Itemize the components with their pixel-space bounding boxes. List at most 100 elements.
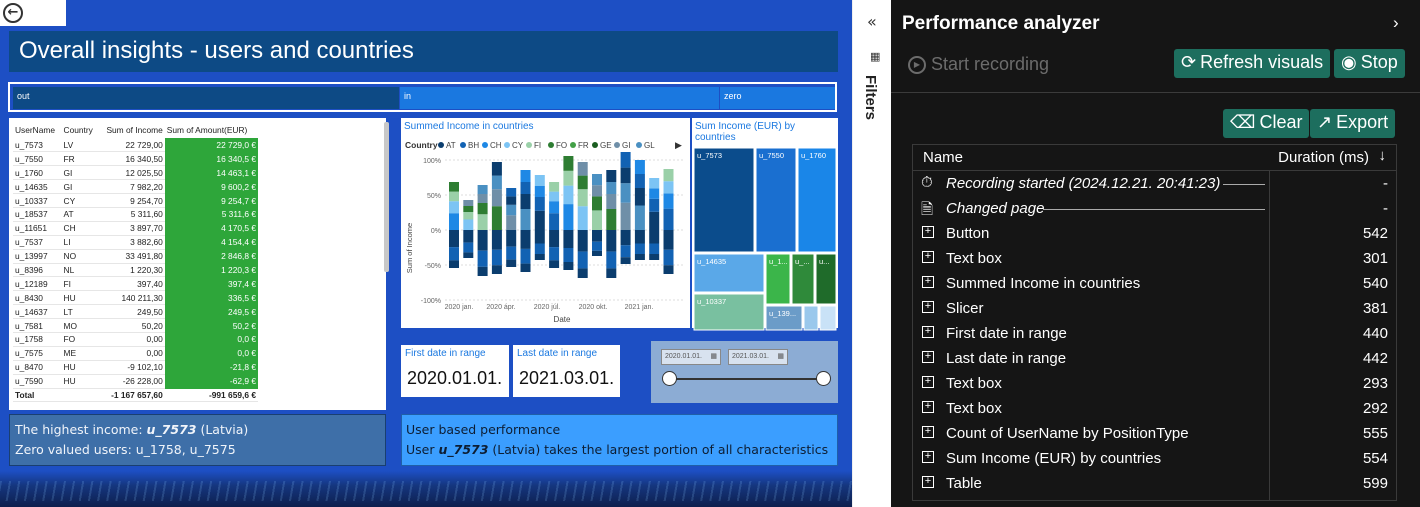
table-row[interactable]: u_7575 ME 0,00 0,0 € — [13, 346, 258, 361]
stacked-bar-segment[interactable] — [620, 152, 631, 168]
table-row[interactable]: u_8430 HU 140 211,30 336,5 € — [13, 290, 258, 306]
stacked-bar-segment[interactable] — [620, 183, 631, 203]
stacked-bar-segment[interactable] — [592, 241, 602, 251]
stacked-bar-segment[interactable] — [506, 204, 517, 216]
sort-down-icon[interactable]: ↓ — [1379, 147, 1387, 164]
stacked-bar-segment[interactable] — [534, 210, 545, 230]
stacked-bar-segment[interactable] — [563, 262, 574, 270]
filter-icon[interactable]: ▦ — [870, 50, 880, 63]
stacked-bar-segment[interactable] — [549, 213, 560, 230]
clear-button[interactable]: ⌫ Clear — [1223, 109, 1310, 138]
stacked-bar-segment[interactable] — [449, 230, 459, 248]
table-row[interactable]: u_7590 HU -26 228,00 -62,9 € — [13, 374, 258, 389]
start-recording-button[interactable]: ▶ Start recording — [908, 54, 1049, 75]
stacked-bar-segment[interactable] — [663, 249, 674, 266]
stacked-bar-segment[interactable] — [506, 246, 517, 260]
stacked-bar-segment[interactable] — [491, 249, 502, 266]
stacked-bar-segment[interactable] — [491, 189, 502, 207]
legend-item[interactable]: CY — [512, 141, 524, 150]
table-row[interactable]: u_7573 LV 22 729,00 22 729,0 € — [13, 138, 258, 153]
legend-item[interactable]: BH — [468, 141, 479, 150]
stacked-bar-segment[interactable] — [649, 211, 660, 230]
stacked-bar-segment[interactable] — [563, 156, 574, 171]
legend-item[interactable]: FO — [556, 141, 567, 150]
stacked-bar-segment[interactable] — [477, 185, 488, 194]
stacked-bar-segment[interactable] — [549, 247, 560, 261]
performance-row[interactable]: + Table 599 — [913, 472, 1396, 497]
stacked-bar-segment[interactable] — [534, 230, 545, 244]
stacked-bar-segment[interactable] — [563, 170, 574, 186]
expand-plus-icon[interactable]: + — [922, 251, 934, 263]
stacked-bar-segment[interactable] — [563, 248, 574, 262]
stacked-bar-segment[interactable] — [506, 188, 517, 197]
expand-plus-icon[interactable]: + — [922, 376, 934, 388]
stacked-bar-segment[interactable] — [620, 202, 631, 230]
stacked-bar-segment[interactable] — [449, 201, 459, 214]
stacked-bar-segment[interactable] — [620, 257, 631, 264]
stacked-bar-segment[interactable] — [534, 175, 545, 186]
stacked-bar-segment[interactable] — [620, 167, 631, 184]
legend-item[interactable]: GL — [644, 141, 655, 150]
export-button[interactable]: ↗ Export — [1310, 109, 1396, 138]
table-row[interactable]: u_7550 FR 16 340,50 16 340,5 € — [13, 151, 258, 167]
column-header[interactable]: UserName — [13, 122, 62, 138]
table-row[interactable]: u_13997 NO 33 491,80 2 846,8 € — [13, 249, 258, 264]
stacked-bar-segment[interactable] — [592, 230, 602, 242]
stacked-bar-segment[interactable] — [463, 212, 474, 220]
table-row[interactable]: u_14637 LT 249,50 249,5 € — [13, 304, 258, 320]
chevron-double-left-icon[interactable]: « — [867, 12, 877, 31]
stacked-bar-segment[interactable] — [649, 198, 660, 212]
performance-row[interactable]: + Sum Income (EUR) by countries 554 — [913, 447, 1396, 472]
stacked-bar-segment[interactable] — [663, 208, 674, 230]
stacked-bar-segment[interactable] — [663, 181, 674, 194]
stacked-bar-segment[interactable] — [506, 215, 517, 230]
performance-row[interactable]: + Text box 292 — [913, 397, 1396, 422]
stacked-bar-segment[interactable] — [520, 170, 531, 182]
stacked-bar-segment[interactable] — [577, 175, 588, 190]
legend-item[interactable]: CH — [490, 141, 502, 150]
legend-item[interactable]: GE — [600, 141, 612, 150]
performance-row[interactable]: + Last date in range 442 — [913, 347, 1396, 372]
stacked-bar-segment[interactable] — [649, 230, 660, 244]
expand-plus-icon[interactable]: + — [922, 276, 934, 288]
stacked-bar-segment[interactable] — [606, 182, 617, 194]
table-row[interactable]: u_10337 CY 9 254,70 9 254,7 € — [13, 193, 258, 208]
stacked-bar-segment[interactable] — [663, 230, 674, 250]
stacked-bar-segment[interactable] — [477, 203, 488, 215]
treemap-tile[interactable] — [693, 147, 755, 253]
stacked-bar-segment[interactable] — [634, 254, 645, 260]
treemap-tile[interactable] — [755, 147, 797, 253]
performance-row[interactable]: + Summed Income in countries 540 — [913, 272, 1396, 297]
stacked-bar-segment[interactable] — [520, 182, 531, 194]
stacked-bar-segment[interactable] — [534, 186, 545, 197]
stacked-bar-segment[interactable] — [577, 162, 588, 176]
stacked-bar-segment[interactable] — [534, 254, 545, 260]
performance-row[interactable]: + First date in range 440 — [913, 322, 1396, 347]
stacked-bar-segment[interactable] — [592, 196, 602, 211]
stacked-bar-segment[interactable] — [577, 189, 588, 207]
stacked-bar-segment[interactable] — [620, 230, 631, 246]
performance-row[interactable]: 🗎 Changed page - — [913, 197, 1396, 222]
stacked-bar-segment[interactable] — [449, 182, 459, 192]
stacked-bar-segment[interactable] — [534, 197, 545, 211]
slider-handle-end[interactable] — [816, 371, 831, 386]
stacked-bar-segment[interactable] — [491, 230, 502, 250]
column-header[interactable]: Country — [62, 122, 99, 138]
range-end-input[interactable]: 2021.03.01. ▦ — [728, 349, 788, 365]
stop-button[interactable]: ◉ Stop — [1334, 49, 1405, 78]
table-row[interactable]: u_8396 NL 1 220,30 1 220,3 € — [13, 263, 258, 278]
stacked-bar-segment[interactable] — [606, 209, 617, 230]
stacked-bar-segment[interactable] — [663, 169, 674, 182]
expand-plus-icon[interactable]: + — [922, 426, 934, 438]
table-row[interactable]: u_7581 MO 50,20 50,2 € — [13, 318, 258, 333]
stacked-bar-segment[interactable] — [449, 260, 459, 268]
legend-item[interactable]: FR — [578, 141, 589, 150]
users-table[interactable]: UserName Country Sum of Income Sum of Am… — [9, 118, 389, 410]
stacked-bar-segment[interactable] — [491, 162, 502, 176]
legend-item[interactable]: FI — [534, 141, 541, 150]
duration-column-header[interactable]: Duration (ms) — [1278, 149, 1369, 166]
treemap-tile[interactable] — [797, 147, 837, 253]
stacked-bar-segment[interactable] — [634, 160, 645, 174]
stacked-bar-segment[interactable] — [549, 182, 560, 192]
stacked-bar-segment[interactable] — [449, 247, 459, 261]
